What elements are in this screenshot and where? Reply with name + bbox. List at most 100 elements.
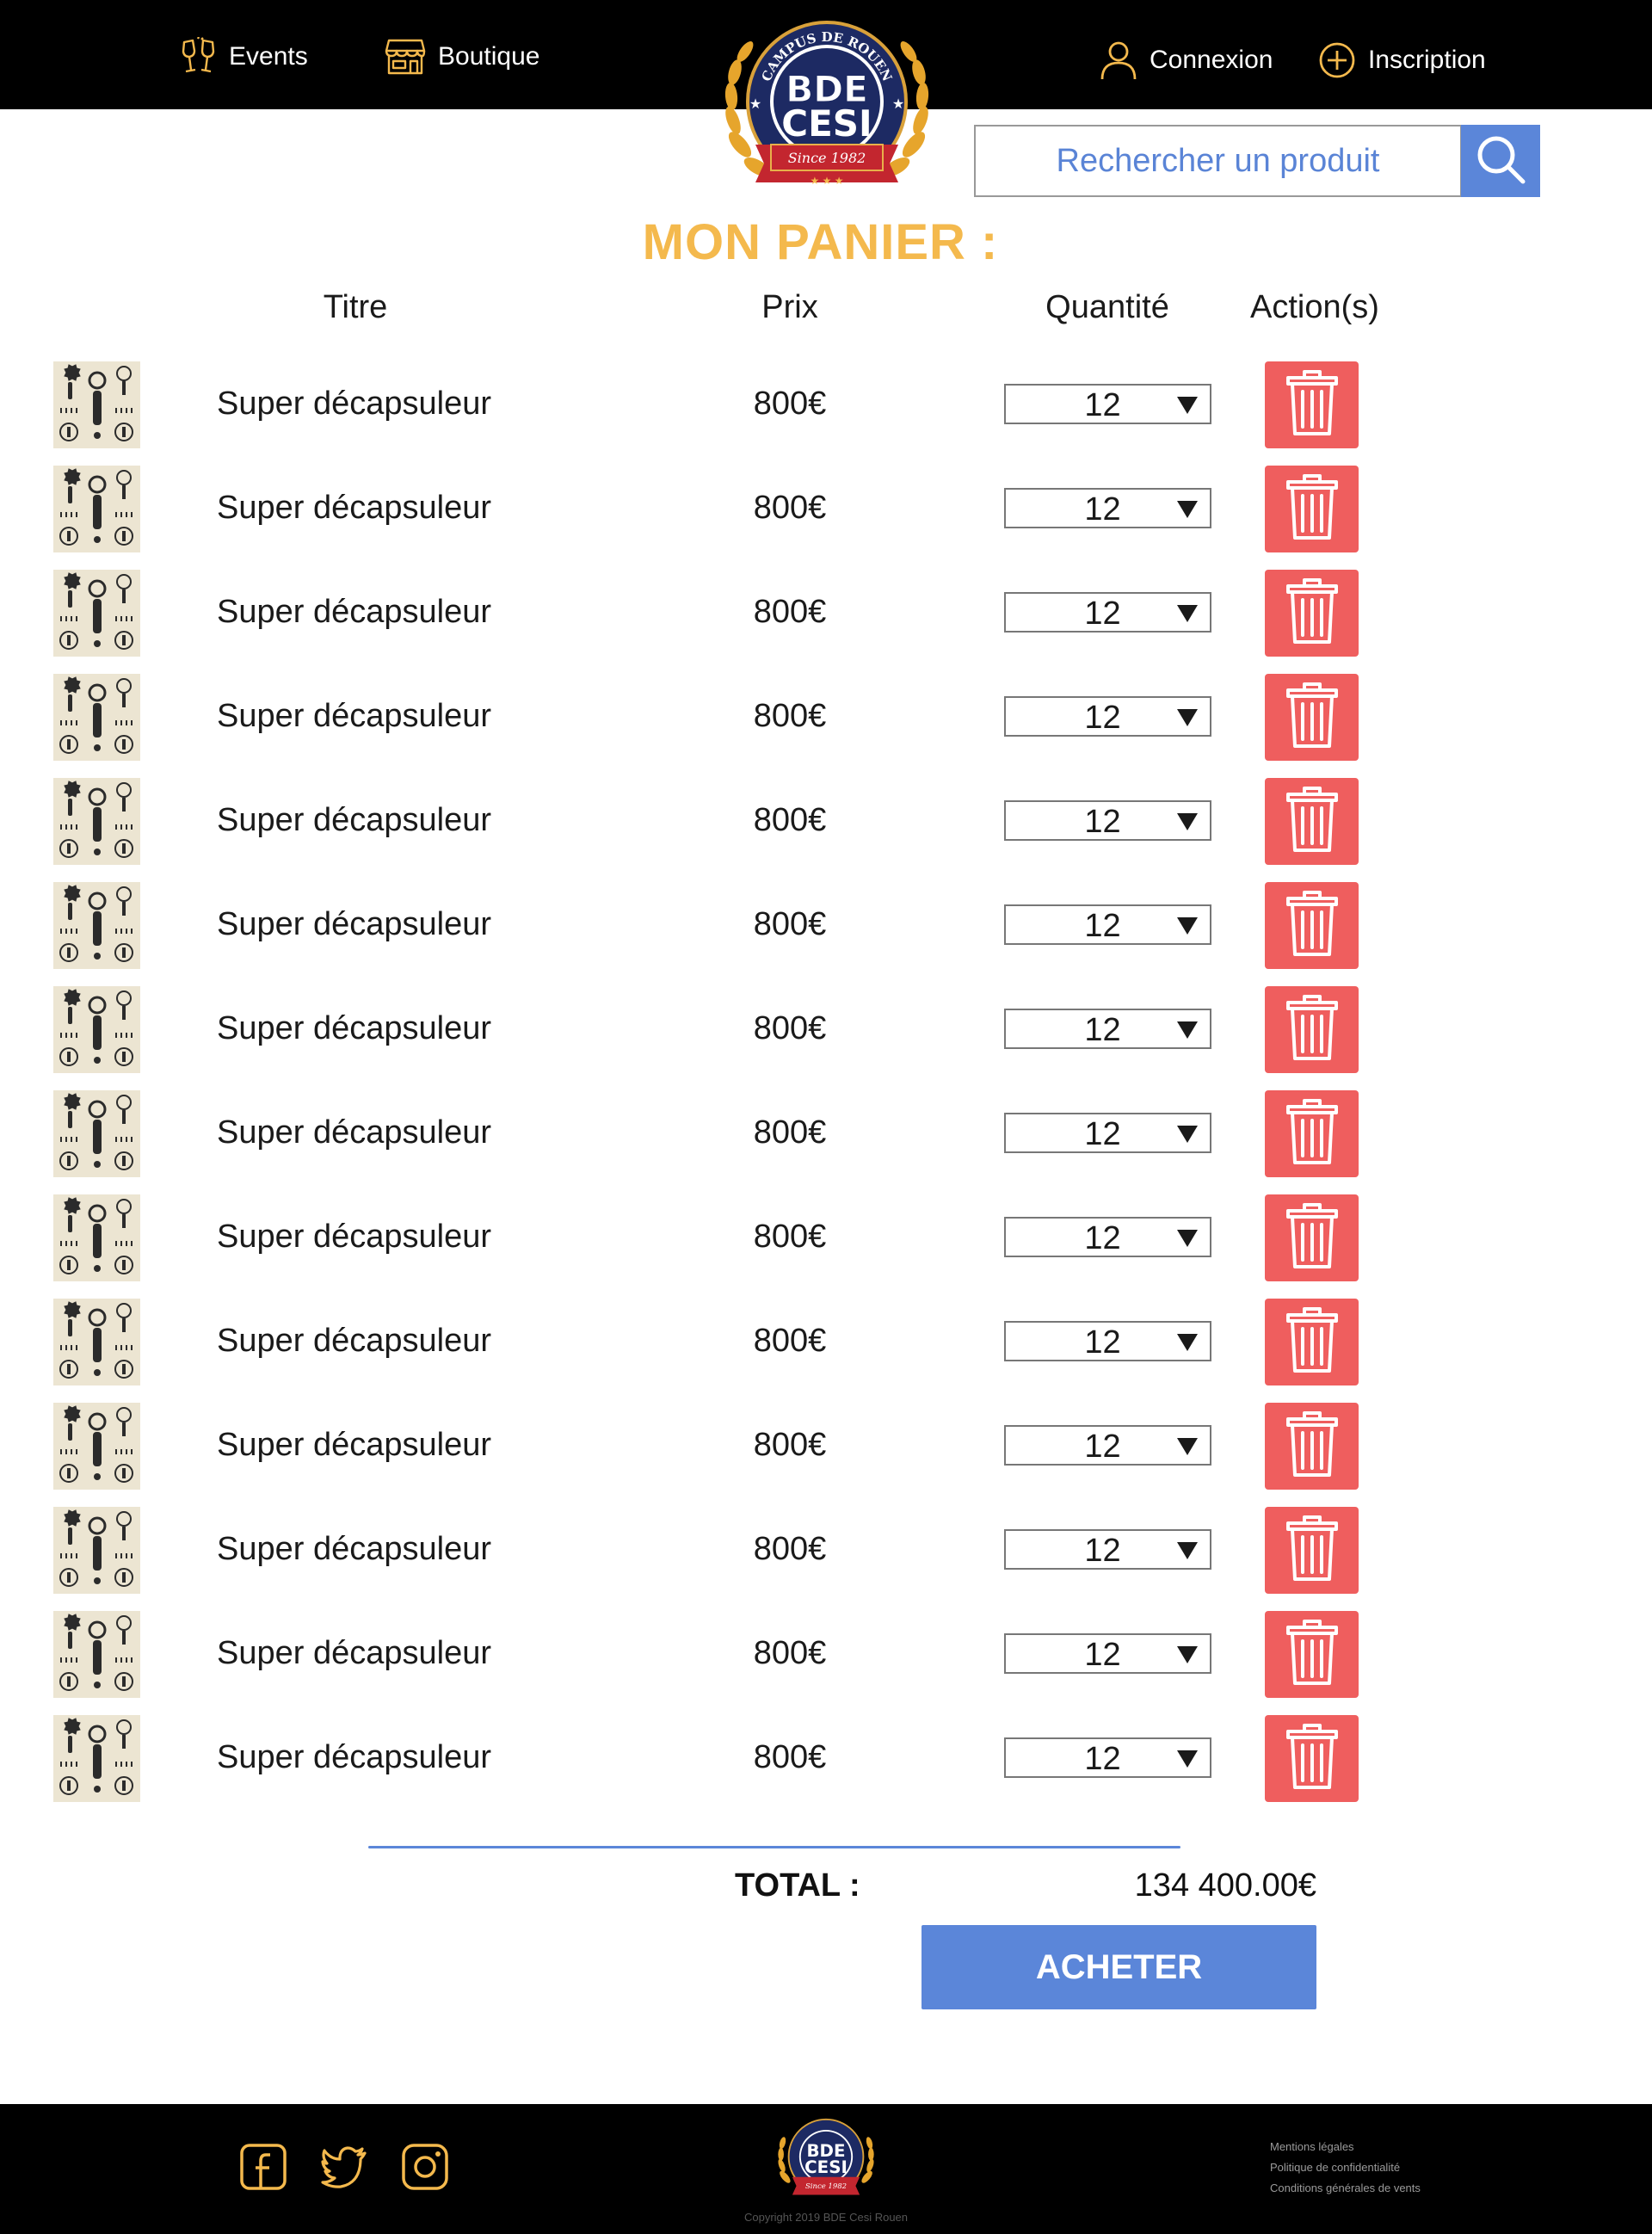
svg-text:★: ★ xyxy=(892,97,904,112)
delete-button[interactable] xyxy=(1265,1403,1359,1490)
quantity-value: 12 xyxy=(1084,387,1121,423)
product-price: 800€ xyxy=(753,1010,827,1046)
total-label: TOTAL : xyxy=(735,1867,860,1904)
product-title[interactable]: Super décapsuleur xyxy=(217,1114,491,1151)
twitter-icon[interactable] xyxy=(320,2143,368,2191)
column-header-prix: Prix xyxy=(761,289,818,325)
nav-connexion[interactable]: Connexion xyxy=(1100,38,1273,83)
trash-icon xyxy=(1285,1514,1339,1587)
delete-button[interactable] xyxy=(1265,1715,1359,1802)
buy-button[interactable]: ACHETER xyxy=(922,1925,1316,2009)
product-title[interactable]: Super décapsuleur xyxy=(217,1219,491,1256)
nav-events-label: Events xyxy=(229,42,308,71)
product-title[interactable]: Super décapsuleur xyxy=(217,386,491,423)
delete-button[interactable] xyxy=(1265,1090,1359,1177)
trash-icon xyxy=(1285,1201,1339,1274)
product-title[interactable]: Super décapsuleur xyxy=(217,1635,491,1672)
quantity-select[interactable]: 12 xyxy=(1004,1737,1211,1778)
delete-button[interactable] xyxy=(1265,778,1359,865)
user-icon xyxy=(1100,40,1137,80)
delete-button[interactable] xyxy=(1265,1194,1359,1281)
product-price: 800€ xyxy=(753,386,827,422)
quantity-value: 12 xyxy=(1084,1324,1121,1361)
quantity-select[interactable]: 12 xyxy=(1004,488,1211,528)
nav-boutique[interactable]: Boutique xyxy=(385,34,539,79)
quantity-select[interactable]: 12 xyxy=(1004,1113,1211,1153)
trash-icon xyxy=(1285,1305,1339,1379)
quantity-select[interactable]: 12 xyxy=(1004,1529,1211,1570)
quantity-select[interactable]: 12 xyxy=(1004,384,1211,424)
delete-button[interactable] xyxy=(1265,882,1359,969)
trash-icon xyxy=(1285,472,1339,546)
product-thumbnail xyxy=(53,674,140,761)
cart-row: Super décapsuleur 800€ 12 xyxy=(0,466,1652,555)
champagne-glasses-icon xyxy=(181,37,217,77)
chevron-down-icon xyxy=(1175,812,1199,836)
product-price: 800€ xyxy=(753,1114,827,1151)
cart-row: Super décapsuleur 800€ 12 xyxy=(0,1299,1652,1388)
product-title[interactable]: Super décapsuleur xyxy=(217,698,491,735)
product-thumbnail xyxy=(53,466,140,552)
delete-button[interactable] xyxy=(1265,361,1359,448)
product-title[interactable]: Super décapsuleur xyxy=(217,1427,491,1464)
nav-inscription[interactable]: Inscription xyxy=(1318,38,1486,83)
facebook-icon[interactable] xyxy=(239,2143,287,2191)
product-price: 800€ xyxy=(753,698,827,734)
product-title[interactable]: Super décapsuleur xyxy=(217,1010,491,1047)
delete-button[interactable] xyxy=(1265,674,1359,761)
product-title[interactable]: Super décapsuleur xyxy=(217,802,491,839)
product-thumbnail xyxy=(53,1403,140,1490)
page-title: MON PANIER : xyxy=(642,214,999,270)
chevron-down-icon xyxy=(1175,1020,1199,1045)
chevron-down-icon xyxy=(1175,603,1199,628)
svg-text:★ ★ ★: ★ ★ ★ xyxy=(811,175,844,187)
delete-button[interactable] xyxy=(1265,986,1359,1073)
product-title[interactable]: Super décapsuleur xyxy=(217,1323,491,1360)
nav-connexion-label: Connexion xyxy=(1150,46,1273,74)
delete-button[interactable] xyxy=(1265,466,1359,552)
cart-row: Super décapsuleur 800€ 12 xyxy=(0,882,1652,972)
quantity-select[interactable]: 12 xyxy=(1004,1425,1211,1466)
quantity-value: 12 xyxy=(1084,491,1121,528)
total-value: 134 400.00€ xyxy=(1134,1867,1316,1904)
trash-icon xyxy=(1285,368,1339,441)
delete-button[interactable] xyxy=(1265,570,1359,657)
column-header-actions: Action(s) xyxy=(1250,289,1379,325)
link-politique-confidentialite[interactable]: Politique de confidentialité xyxy=(1270,2161,1400,2174)
delete-button[interactable] xyxy=(1265,1507,1359,1594)
quantity-select[interactable]: 12 xyxy=(1004,800,1211,841)
delete-button[interactable] xyxy=(1265,1611,1359,1698)
link-mentions-legales[interactable]: Mentions légales xyxy=(1270,2140,1354,2153)
logo-cesi-text: CESI xyxy=(781,102,872,145)
footer: BDE CESI Since 1982 Copyright 2019 BDE C… xyxy=(0,2104,1652,2234)
bde-cesi-logo[interactable]: CAMPUS DE ROUEN ★ ★ BDE CESI Since 1982 … xyxy=(721,15,933,198)
quantity-select[interactable]: 12 xyxy=(1004,696,1211,737)
delete-button[interactable] xyxy=(1265,1299,1359,1385)
search-input[interactable]: Rechercher un produit xyxy=(974,125,1462,197)
product-thumbnail xyxy=(53,1507,140,1594)
quantity-select[interactable]: 12 xyxy=(1004,1633,1211,1674)
product-title[interactable]: Super décapsuleur xyxy=(217,594,491,631)
chevron-down-icon xyxy=(1175,916,1199,941)
product-price: 800€ xyxy=(753,1739,827,1775)
nav-boutique-label: Boutique xyxy=(438,42,540,71)
nav-events[interactable]: Events xyxy=(181,34,308,79)
search-icon xyxy=(1473,132,1528,191)
quantity-select[interactable]: 12 xyxy=(1004,592,1211,633)
product-title[interactable]: Super décapsuleur xyxy=(217,1739,491,1776)
quantity-select[interactable]: 12 xyxy=(1004,904,1211,945)
footer-logo[interactable]: BDE CESI Since 1982 xyxy=(774,2116,878,2202)
product-price: 800€ xyxy=(753,1635,827,1671)
link-conditions-generales[interactable]: Conditions générales de vents xyxy=(1270,2182,1421,2194)
cart-row: Super décapsuleur 800€ 12 xyxy=(0,361,1652,451)
cart-row: Super décapsuleur 800€ 12 xyxy=(0,1194,1652,1284)
product-title[interactable]: Super décapsuleur xyxy=(217,906,491,943)
quantity-select[interactable]: 12 xyxy=(1004,1217,1211,1257)
product-title[interactable]: Super décapsuleur xyxy=(217,490,491,527)
chevron-down-icon xyxy=(1175,1332,1199,1357)
quantity-select[interactable]: 12 xyxy=(1004,1321,1211,1361)
search-button[interactable] xyxy=(1461,125,1540,197)
instagram-icon[interactable] xyxy=(401,2143,449,2191)
product-title[interactable]: Super décapsuleur xyxy=(217,1531,491,1568)
quantity-select[interactable]: 12 xyxy=(1004,1009,1211,1049)
